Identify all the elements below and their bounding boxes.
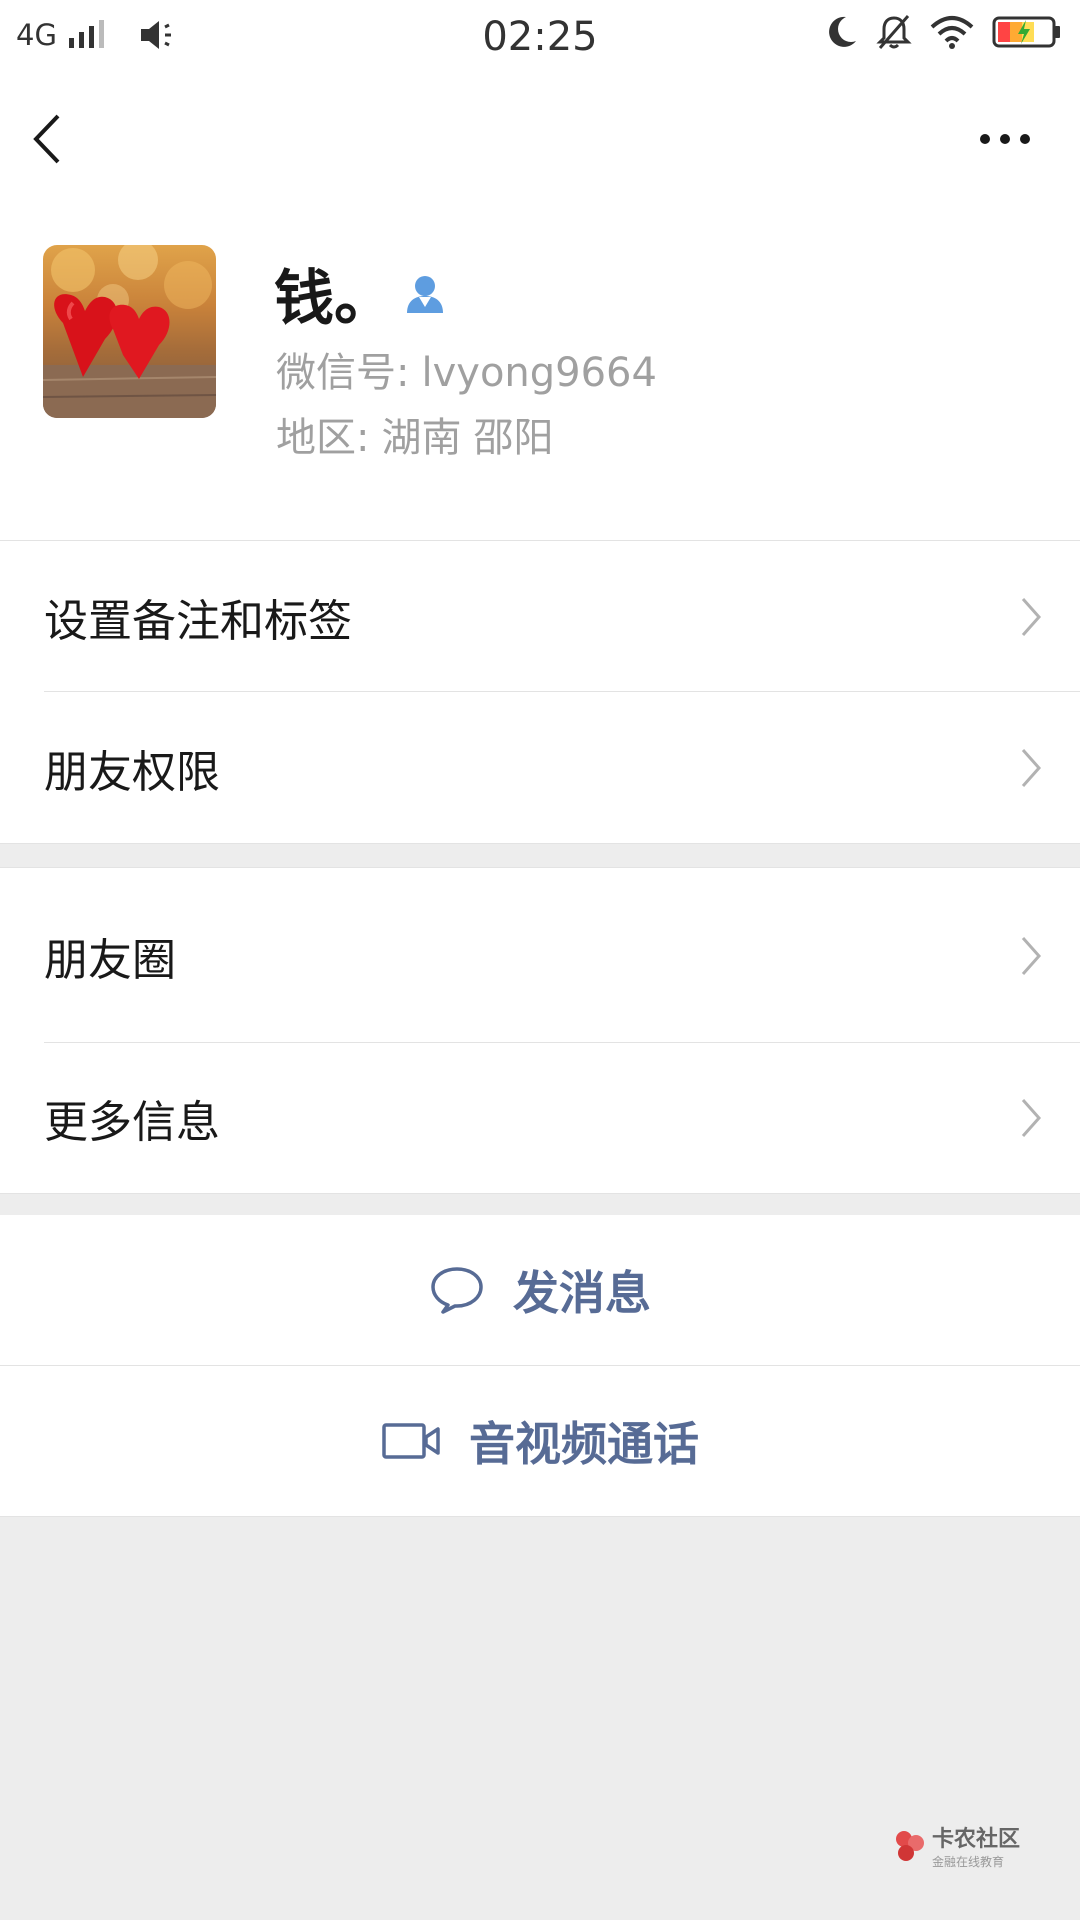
friend-permissions-row[interactable]: 朋友权限 — [0, 692, 1080, 843]
wechat-id-label: 微信号: — [276, 350, 410, 396]
status-bar: 4G 02:25 — [0, 0, 1080, 76]
more-info-label: 更多信息 — [44, 1097, 220, 1148]
more-info-row[interactable]: 更多信息 — [0, 1043, 1080, 1193]
moments-row[interactable]: 朋友圈 — [0, 868, 1080, 1043]
region-label: 地区: — [276, 415, 370, 461]
chat-bubble-icon — [429, 1265, 485, 1315]
friend-permissions-label: 朋友权限 — [44, 746, 220, 798]
video-call-label: 音视频通话 — [469, 1417, 699, 1471]
chevron-right-icon — [1021, 1099, 1042, 1137]
profile-name: 钱。 — [274, 264, 394, 334]
more-button[interactable] — [970, 114, 1040, 164]
chevron-left-icon — [33, 114, 60, 164]
hearts-image — [43, 245, 216, 418]
send-message-button[interactable]: 发消息 — [0, 1215, 1080, 1366]
battery-icon — [992, 16, 1060, 48]
wechat-id-line: 微信号: lvyong9664 — [276, 340, 657, 398]
chevron-right-icon — [1021, 597, 1042, 636]
contact-person-icon — [407, 275, 443, 313]
watermark: 卡农社区 金融在线教育 — [892, 1821, 1020, 1870]
watermark-logo-icon — [895, 1830, 924, 1861]
chevron-right-icon — [1021, 748, 1042, 787]
watermark-text: 卡农社区 金融在线教育 — [932, 1821, 1020, 1870]
watermark-title: 卡农社区 — [931, 1827, 1020, 1852]
send-message-label: 发消息 — [513, 1266, 651, 1320]
moments-label: 朋友圈 — [44, 934, 176, 986]
wifi-icon — [930, 16, 974, 49]
region-province: 湖南 — [381, 415, 462, 461]
settings-section: 设置备注和标签 朋友权限 — [0, 541, 1080, 844]
remark-tags-label: 设置备注和标签 — [44, 595, 352, 647]
watermark-subtitle: 金融在线教育 — [931, 1855, 1004, 1869]
name-row: 钱。 — [274, 250, 446, 337]
more-dots-icon — [980, 134, 1030, 144]
region-line: 地区: 湖南 邵阳 — [276, 405, 553, 463]
status-right — [826, 14, 1062, 50]
moon-icon — [829, 16, 856, 47]
profile-header: 钱。 微信号: lvyong9664 地区: 湖南 邵阳 — [0, 200, 1080, 541]
remark-tags-row[interactable]: 设置备注和标签 — [0, 541, 1080, 692]
chevron-right-icon — [1021, 936, 1042, 975]
video-camera-icon — [381, 1421, 441, 1461]
avatar[interactable] — [43, 245, 216, 418]
back-button[interactable] — [30, 104, 90, 174]
bell-off-icon — [876, 15, 912, 49]
video-call-button[interactable]: 音视频通话 — [0, 1366, 1080, 1517]
wechat-id-value: lvyong9664 — [421, 350, 657, 396]
nav-bar — [0, 76, 1080, 200]
region-city: 邵阳 — [473, 415, 554, 461]
info-section: 朋友圈 更多信息 — [0, 867, 1080, 1194]
